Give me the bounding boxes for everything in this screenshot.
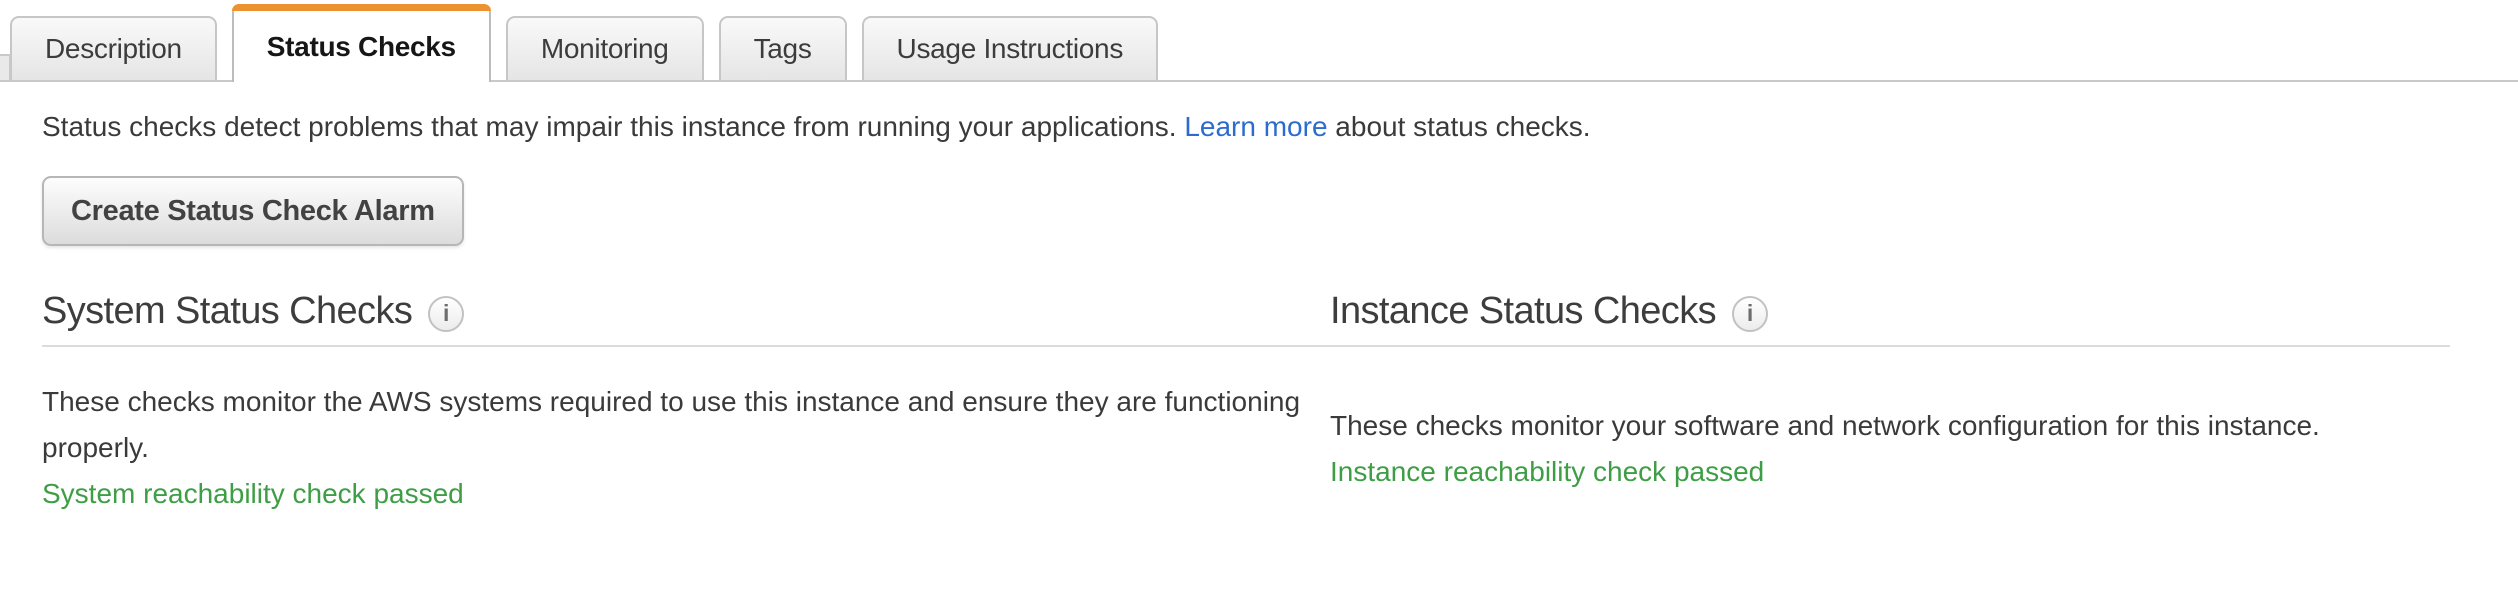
intro-text-after-link: about status checks. — [1335, 111, 1590, 142]
info-icon[interactable]: i — [428, 296, 464, 332]
tab-tags-label: Tags — [754, 33, 812, 65]
tab-description[interactable]: Description — [10, 16, 217, 80]
tab-status-checks-label: Status Checks — [267, 31, 456, 63]
tab-monitoring-label: Monitoring — [541, 33, 669, 65]
create-status-check-alarm-button[interactable]: Create Status Check Alarm — [42, 176, 464, 246]
tab-usage-instructions-label: Usage Instructions — [897, 33, 1124, 65]
info-icon-glyph: i — [443, 300, 449, 327]
system-status-checks-column: These checks monitor the AWS systems req… — [42, 347, 1330, 517]
instance-reachability-status-link[interactable]: Instance reachability check passed — [1330, 449, 1764, 495]
system-reachability-status-link[interactable]: System reachability check passed — [42, 471, 464, 517]
tab-description-label: Description — [45, 33, 182, 65]
tab-monitoring[interactable]: Monitoring — [506, 16, 704, 80]
tab-bar: Description Status Checks Monitoring Tag… — [0, 0, 2518, 82]
intro-text: Status checks detect problems that may i… — [42, 110, 2450, 144]
tab-panel-content: Status checks detect problems that may i… — [0, 110, 2518, 517]
tab-tags[interactable]: Tags — [719, 16, 847, 80]
tab-usage-instructions[interactable]: Usage Instructions — [862, 16, 1159, 80]
learn-more-link[interactable]: Learn more — [1184, 111, 1327, 142]
info-icon[interactable]: i — [1732, 296, 1768, 332]
instance-status-checks-title: Instance Status Checks — [1330, 290, 1716, 333]
section-headers-row: System Status Checks i Instance Status C… — [42, 290, 2450, 333]
active-tab-accent-bar — [232, 4, 491, 11]
system-status-checks-header: System Status Checks i — [42, 290, 1330, 333]
tab-edge-sliver — [0, 54, 11, 80]
tab-status-checks[interactable]: Status Checks — [232, 4, 491, 82]
status-checks-panel: Description Status Checks Monitoring Tag… — [0, 0, 2518, 612]
info-icon-glyph: i — [1747, 300, 1753, 327]
system-status-checks-title: System Status Checks — [42, 290, 412, 333]
section-columns: These checks monitor the AWS systems req… — [42, 347, 2450, 517]
instance-status-checks-description: These checks monitor your software and n… — [1330, 403, 2450, 449]
instance-status-checks-column: These checks monitor your software and n… — [1330, 347, 2450, 517]
instance-status-checks-header: Instance Status Checks i — [1330, 290, 2450, 333]
system-status-checks-description: These checks monitor the AWS systems req… — [42, 379, 1322, 471]
intro-text-before-link: Status checks detect problems that may i… — [42, 111, 1177, 142]
